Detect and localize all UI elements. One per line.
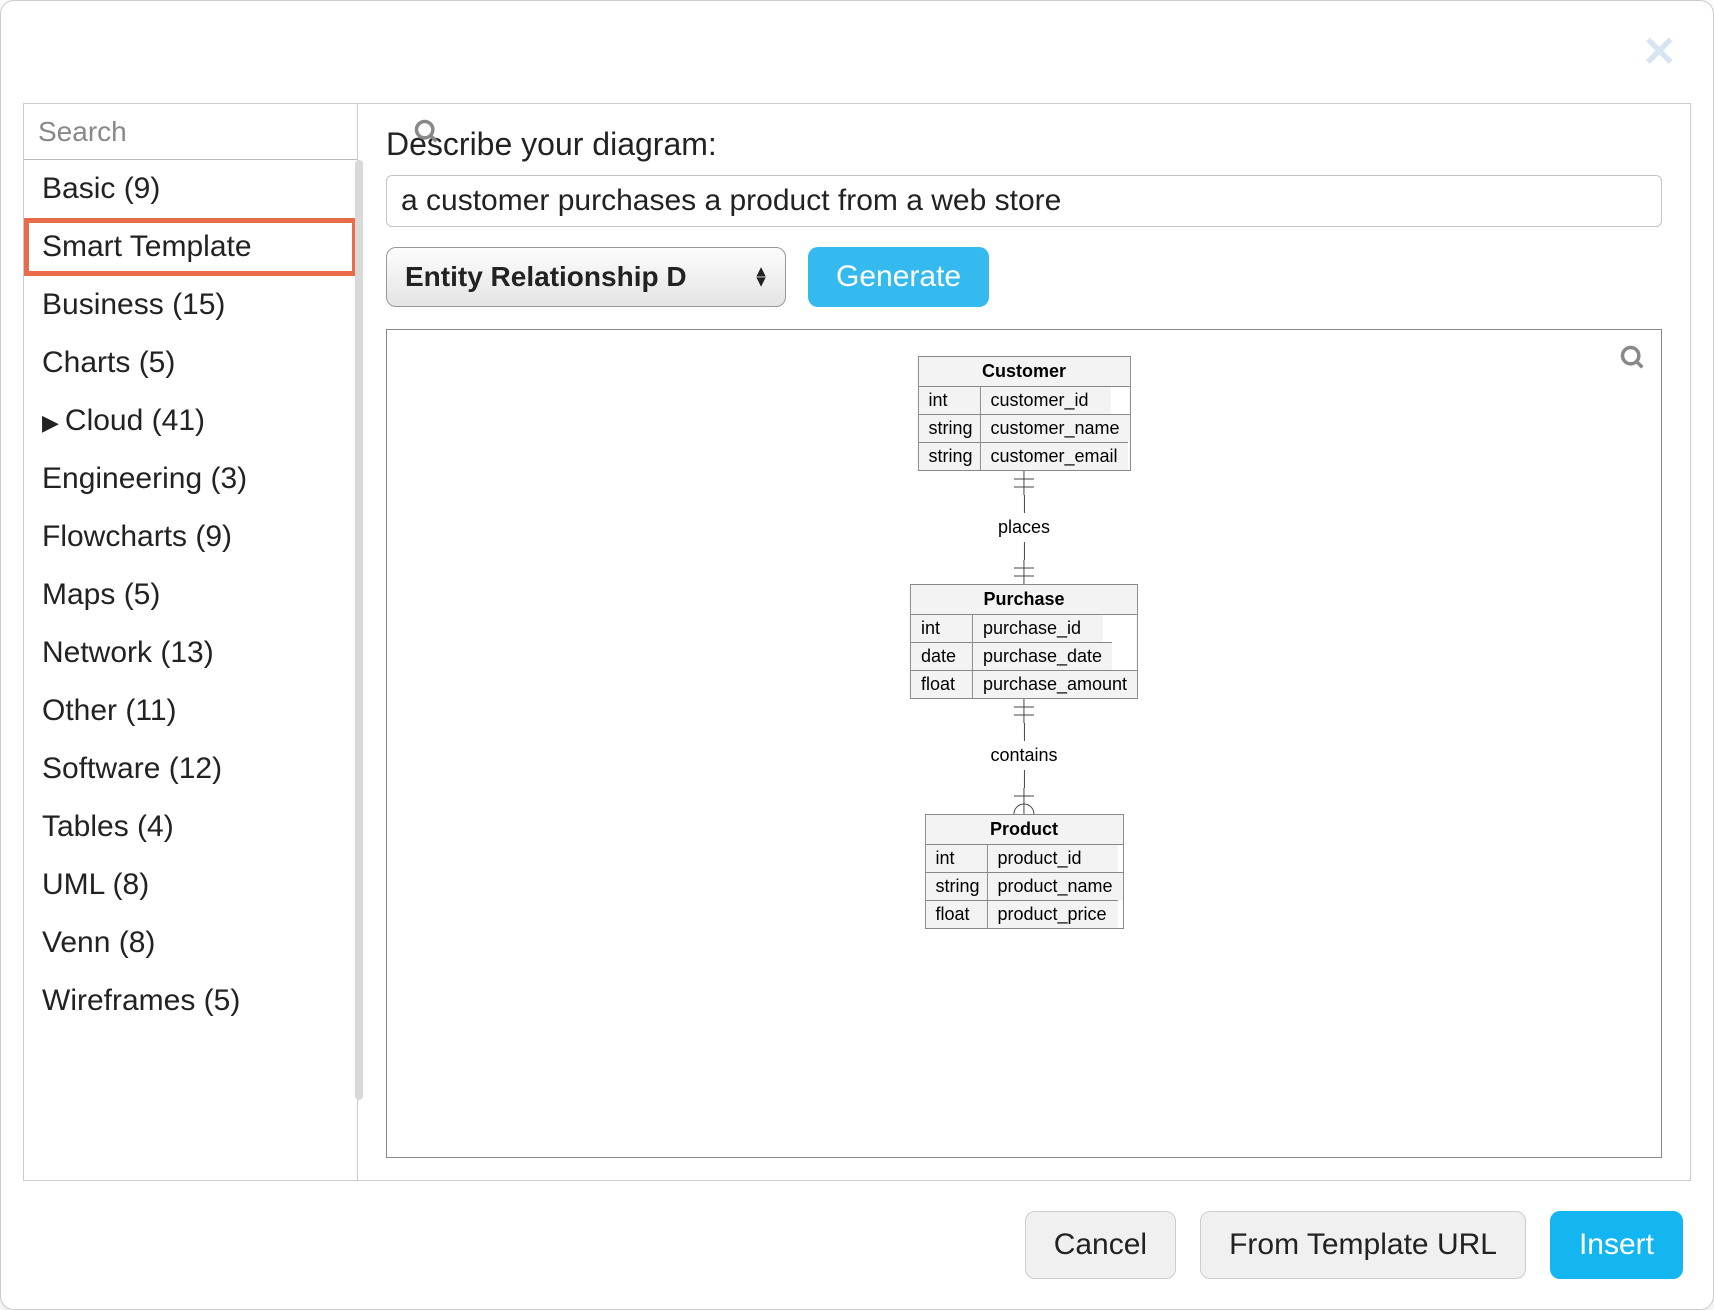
entity-name: Purchase xyxy=(911,585,1137,615)
field-name: purchase_date xyxy=(973,642,1112,670)
generate-button[interactable]: Generate xyxy=(808,247,989,307)
cancel-button[interactable]: Cancel xyxy=(1025,1211,1176,1279)
sidebar-item-7[interactable]: Maps (5) xyxy=(24,566,357,624)
search-icon xyxy=(413,118,441,146)
sidebar-item-label: Other (11) xyxy=(42,694,177,727)
relation-label: places xyxy=(998,517,1050,538)
entity-table[interactable]: Purchaseintpurchase_iddatepurchase_datef… xyxy=(910,584,1138,699)
sidebar-item-6[interactable]: Flowcharts (9) xyxy=(24,508,357,566)
entity-field: stringcustomer_name xyxy=(918,414,1129,442)
field-type: float xyxy=(925,900,987,928)
close-icon[interactable]: ✕ xyxy=(1642,31,1677,73)
sidebar-item-2[interactable]: Business (15) xyxy=(24,276,357,334)
entity-field: stringproduct_name xyxy=(925,872,1122,900)
field-name: product_id xyxy=(987,845,1117,872)
sidebar-item-9[interactable]: Other (11) xyxy=(24,682,357,740)
sidebar-item-11[interactable]: Tables (4) xyxy=(24,798,357,856)
scrollbar[interactable] xyxy=(355,160,363,1100)
field-type: int xyxy=(925,845,987,872)
expand-icon: ▶ xyxy=(42,410,59,435)
updown-icon: ▲▼ xyxy=(753,267,769,286)
sidebar-item-label: Software (12) xyxy=(42,752,222,785)
entity-field: datepurchase_date xyxy=(911,642,1137,670)
sidebar-item-14[interactable]: Wireframes (5) xyxy=(24,972,357,1030)
prompt-label: Describe your diagram: xyxy=(386,126,1662,163)
sidebar-item-label: Venn (8) xyxy=(42,926,155,959)
from-template-url-button[interactable]: From Template URL xyxy=(1200,1211,1526,1279)
field-name: customer_email xyxy=(980,442,1127,470)
relation: contains xyxy=(990,699,1057,814)
template-dialog: ✕ Basic (9) Smart Template Business (15) Ch… xyxy=(0,0,1714,1310)
entity-name: Product xyxy=(925,815,1122,845)
entity-field: floatproduct_price xyxy=(925,900,1122,928)
sidebar-item-label: Cloud (41) xyxy=(65,404,205,437)
sidebar-item-label: Charts (5) xyxy=(42,346,175,379)
controls-row: Entity Relationship D ▲▼ Generate xyxy=(386,247,1662,307)
sidebar-item-5[interactable]: Engineering (3) xyxy=(24,450,357,508)
diagram-type-select[interactable]: Entity Relationship D ▲▼ xyxy=(386,247,786,307)
zoom-icon[interactable] xyxy=(1619,344,1647,372)
sidebar-item-3[interactable]: Charts (5) xyxy=(24,334,357,392)
field-type: string xyxy=(918,442,980,470)
sidebar-search xyxy=(24,104,357,160)
dialog-body: Basic (9) Smart Template Business (15) Char… xyxy=(23,103,1691,1181)
entity-name: Customer xyxy=(918,357,1129,387)
field-type: string xyxy=(925,872,987,900)
prompt-input[interactable] xyxy=(386,175,1662,227)
search-input[interactable] xyxy=(24,116,413,148)
preview-canvas[interactable]: Customerintcustomer_idstringcustomer_nam… xyxy=(386,329,1662,1158)
entity-field: intpurchase_id xyxy=(911,615,1137,642)
entity-field: floatpurchase_amount xyxy=(911,670,1137,698)
er-diagram: Customerintcustomer_idstringcustomer_nam… xyxy=(910,356,1138,929)
sidebar-item-1[interactable]: Smart Template xyxy=(24,218,357,276)
sidebar-item-label: Smart Template xyxy=(42,230,252,263)
entity-field: stringcustomer_email xyxy=(918,442,1129,470)
field-name: product_price xyxy=(987,900,1117,928)
sidebar-item-label: Business (15) xyxy=(42,288,225,321)
sidebar-item-label: Wireframes (5) xyxy=(42,984,240,1017)
sidebar-item-label: Network (13) xyxy=(42,636,214,669)
dialog-footer: Cancel From Template URL Insert xyxy=(23,1181,1691,1287)
sidebar-item-13[interactable]: Venn (8) xyxy=(24,914,357,972)
main-panel: Describe your diagram: Entity Relationsh… xyxy=(358,104,1690,1180)
field-type: string xyxy=(918,414,980,442)
sidebar-item-4[interactable]: ▶Cloud (41) xyxy=(24,392,357,450)
sidebar-item-8[interactable]: Network (13) xyxy=(24,624,357,682)
sidebar-item-0[interactable]: Basic (9) xyxy=(24,160,357,218)
diagram-type-label: Entity Relationship D xyxy=(405,261,687,293)
field-type: int xyxy=(911,615,973,642)
field-name: purchase_amount xyxy=(973,670,1137,698)
sidebar-item-12[interactable]: UML (8) xyxy=(24,856,357,914)
field-name: purchase_id xyxy=(973,615,1103,642)
field-name: customer_id xyxy=(980,387,1110,414)
entity-field: intproduct_id xyxy=(925,845,1122,872)
sidebar-item-label: Flowcharts (9) xyxy=(42,520,232,553)
sidebar-item-label: Basic (9) xyxy=(42,172,160,205)
field-name: product_name xyxy=(987,872,1122,900)
sidebar-item-label: Maps (5) xyxy=(42,578,160,611)
insert-button[interactable]: Insert xyxy=(1550,1211,1683,1279)
entity-table[interactable]: Customerintcustomer_idstringcustomer_nam… xyxy=(917,356,1130,471)
entity-table[interactable]: Productintproduct_idstringproduct_namefl… xyxy=(924,814,1123,929)
sidebar-item-label: Engineering (3) xyxy=(42,462,247,495)
relation-label: contains xyxy=(990,745,1057,766)
sidebar: Basic (9) Smart Template Business (15) Char… xyxy=(24,104,358,1180)
field-type: date xyxy=(911,642,973,670)
sidebar-item-10[interactable]: Software (12) xyxy=(24,740,357,798)
relation: places xyxy=(998,471,1050,584)
sidebar-item-label: UML (8) xyxy=(42,868,149,901)
field-type: int xyxy=(918,387,980,414)
entity-field: intcustomer_id xyxy=(918,387,1129,414)
field-name: customer_name xyxy=(980,414,1129,442)
sidebar-item-label: Tables (4) xyxy=(42,810,174,843)
field-type: float xyxy=(911,670,973,698)
category-list: Basic (9) Smart Template Business (15) Char… xyxy=(24,160,357,1180)
